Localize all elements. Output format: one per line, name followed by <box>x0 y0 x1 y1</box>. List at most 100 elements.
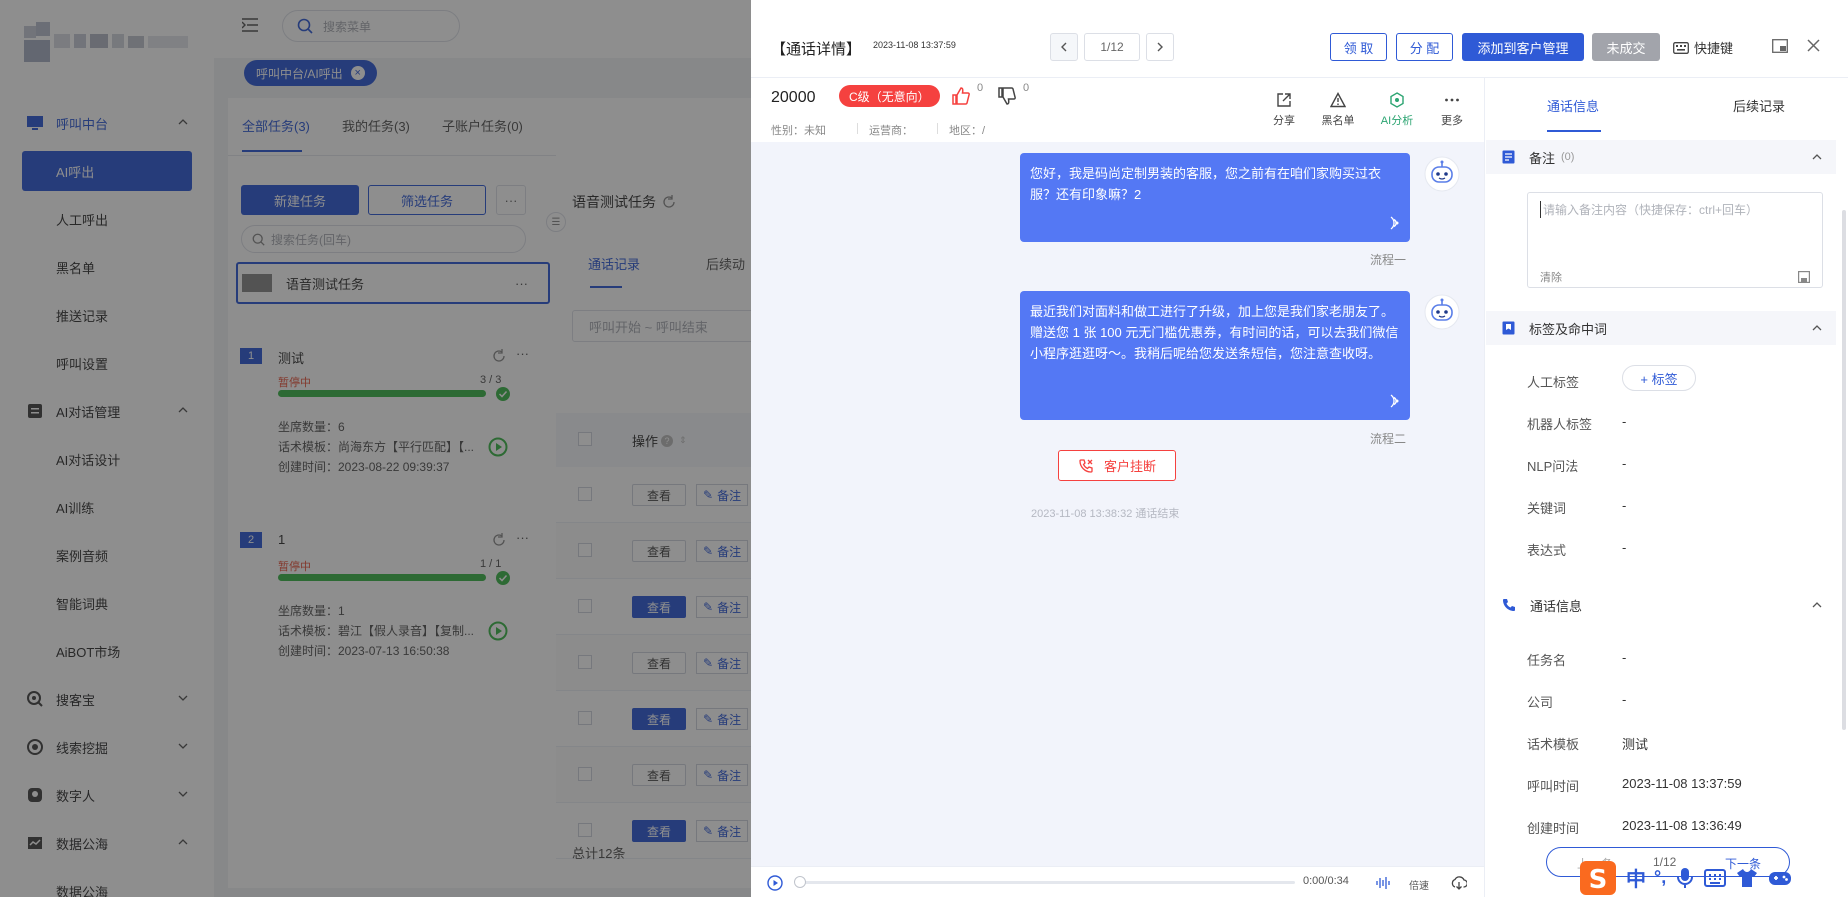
phone-icon <box>1503 599 1515 611</box>
robot-tag-label: 机器人标签 <box>1527 417 1593 432</box>
remark-textarea[interactable]: 请输入备注内容（快捷保存：ctrl+回车） 清除 <box>1527 192 1823 288</box>
create-time-value: 2023-11-08 13:36:49 <box>1622 818 1742 833</box>
expression-value: - <box>1622 540 1627 555</box>
ai-analysis-button[interactable]: AI分析 <box>1372 92 1422 128</box>
message-bubble: 最近我们对面料和做工进行了升级，加上您是我们家老朋友了。赠送您 1 张 100 … <box>1020 291 1410 420</box>
tab-follow-up-records[interactable]: 后续记录 <box>1733 96 1785 115</box>
microphone-icon[interactable] <box>1676 867 1694 889</box>
audio-progress-track[interactable] <box>795 881 1295 884</box>
drawer-header: 【通话详情】 2023-11-08 13:37:59 1/12 领 取 分 配 … <box>751 0 1848 78</box>
robot-avatar-icon <box>1424 294 1460 330</box>
modal-overlay[interactable] <box>0 0 751 897</box>
call-end-time: 2023-11-08 13:38:32 通话结束 <box>1031 508 1180 520</box>
shortcut-label: 快捷键 <box>1694 41 1734 56</box>
expression-label: 表达式 <box>1527 543 1567 558</box>
nlp-label: NLP问法 <box>1527 459 1579 474</box>
call-time-label: 呼叫时间 <box>1527 779 1580 794</box>
audio-progress-handle[interactable] <box>794 876 806 888</box>
share-button[interactable]: 分享 <box>1259 92 1309 128</box>
remark-section-header[interactable]: 备注 (0) <box>1486 140 1836 174</box>
task-name-label: 任务名 <box>1527 653 1567 668</box>
message-text: 您好，我是码尚定制男装的客服，您之前有在咱们家购买过衣服？还有印象嘛？2 <box>1030 166 1382 202</box>
shortcut-button[interactable]: 快捷键 <box>1673 38 1733 57</box>
tags-section-header[interactable]: 标签及命中词 <box>1486 311 1836 345</box>
keyword-value: - <box>1622 498 1627 513</box>
prev-record-button[interactable] <box>1050 33 1078 61</box>
add-to-customer-button[interactable]: 添加到客户管理 <box>1462 33 1584 61</box>
claim-button[interactable]: 领 取 <box>1330 33 1387 61</box>
company-value: - <box>1622 692 1627 707</box>
add-tag-button[interactable]: + 标签 <box>1622 365 1696 391</box>
more-button[interactable]: 更多 <box>1427 92 1477 128</box>
chevron-up-icon <box>1812 325 1822 331</box>
blacklist-button[interactable]: 黑名单 <box>1313 92 1363 128</box>
manual-tag-label: 人工标签 <box>1527 375 1580 390</box>
share-label: 分享 <box>1273 115 1295 127</box>
message-text: 最近我们对面料和做工进行了升级，加上您是我们家老朋友了。赠送您 1 张 100 … <box>1030 304 1399 361</box>
ime-punctuation[interactable]: °, <box>1654 867 1666 888</box>
clear-remark-button[interactable]: 清除 <box>1540 269 1562 285</box>
close-icon[interactable] <box>1807 39 1820 52</box>
keyword-label: 关键词 <box>1527 501 1567 516</box>
remark-placeholder: 请输入备注内容（快捷保存：ctrl+回车） <box>1540 201 1758 218</box>
warning-icon <box>1330 92 1346 108</box>
skin-icon[interactable] <box>1736 868 1758 888</box>
audio-player: 0:00/0:34 倍速 <box>751 866 1484 897</box>
flow-label: 流程二 <box>1370 432 1407 446</box>
ai-analysis-label: AI分析 <box>1380 115 1414 127</box>
pager-indicator: 1/12 <box>1084 33 1140 61</box>
audio-wave-icon[interactable] <box>1386 394 1400 408</box>
gamepad-icon[interactable] <box>1768 869 1792 887</box>
play-icon[interactable] <box>767 875 783 891</box>
save-icon[interactable] <box>1798 271 1810 283</box>
keyboard-icon[interactable] <box>1704 868 1727 887</box>
audio-wave-icon[interactable] <box>1386 216 1400 230</box>
call-info-title: 通话信息 <box>1530 598 1583 614</box>
document-icon <box>1502 150 1515 164</box>
not-deal-button[interactable]: 未成交 <box>1592 33 1660 61</box>
tab-call-info[interactable]: 通话信息 <box>1547 96 1599 115</box>
share-icon <box>1277 93 1291 107</box>
playback-speed[interactable]: 倍速 <box>1409 877 1429 892</box>
chevron-up-icon <box>1812 154 1822 160</box>
nlp-value: - <box>1622 456 1627 471</box>
thumbs-down-icon[interactable] <box>997 86 1017 106</box>
call-info-section-header[interactable]: 通话信息 <box>1486 588 1836 622</box>
assign-button[interactable]: 分 配 <box>1396 33 1453 61</box>
bookmark-icon <box>1502 321 1515 335</box>
customer-level-badge: C级（无意向） <box>839 85 940 107</box>
window-toggle-icon[interactable] <box>1772 39 1788 53</box>
waveform-icon[interactable] <box>1376 876 1390 890</box>
remark-count: (0) <box>1561 151 1575 163</box>
template-label: 话术模板 <box>1527 737 1580 752</box>
chevron-right-icon <box>1157 42 1163 52</box>
keyboard-icon <box>1673 41 1689 54</box>
more-icon <box>1445 98 1459 102</box>
likes-count: 0 <box>977 82 984 94</box>
remark-title: 备注 <box>1529 150 1556 166</box>
robot-tag-value: - <box>1622 414 1627 429</box>
customer-gender: 性别：未知 <box>771 125 826 137</box>
drawer-title: 【通话详情】 <box>771 41 862 58</box>
tags-title: 标签及命中词 <box>1529 321 1608 337</box>
download-icon[interactable] <box>1451 875 1467 891</box>
divider <box>857 123 858 134</box>
tab-underline <box>1547 130 1601 132</box>
drawer-timestamp: 2023-11-08 13:37:59 <box>873 40 956 50</box>
robot-avatar-icon <box>1424 156 1460 192</box>
call-time-value: 2023-11-08 13:37:59 <box>1622 776 1742 791</box>
customer-hangup-tag: 客户挂断 <box>1058 450 1176 481</box>
more-label: 更多 <box>1441 115 1463 127</box>
ime-toolbar: S 中 °, <box>1578 858 1848 897</box>
next-record-button[interactable] <box>1146 33 1174 61</box>
flow-label: 流程一 <box>1370 253 1407 267</box>
scrollbar[interactable] <box>1842 210 1846 730</box>
audio-time: 0:00/0:34 <box>1303 875 1349 887</box>
template-value: 测试 <box>1622 737 1649 752</box>
ai-analysis-icon <box>1390 92 1404 108</box>
sogou-logo-icon[interactable]: S <box>1578 859 1618 897</box>
svg-text:S: S <box>1589 865 1608 895</box>
thumbs-up-icon[interactable] <box>951 86 971 106</box>
blacklist-label: 黑名单 <box>1321 115 1355 127</box>
ime-mode-chinese[interactable]: 中 <box>1626 863 1646 892</box>
